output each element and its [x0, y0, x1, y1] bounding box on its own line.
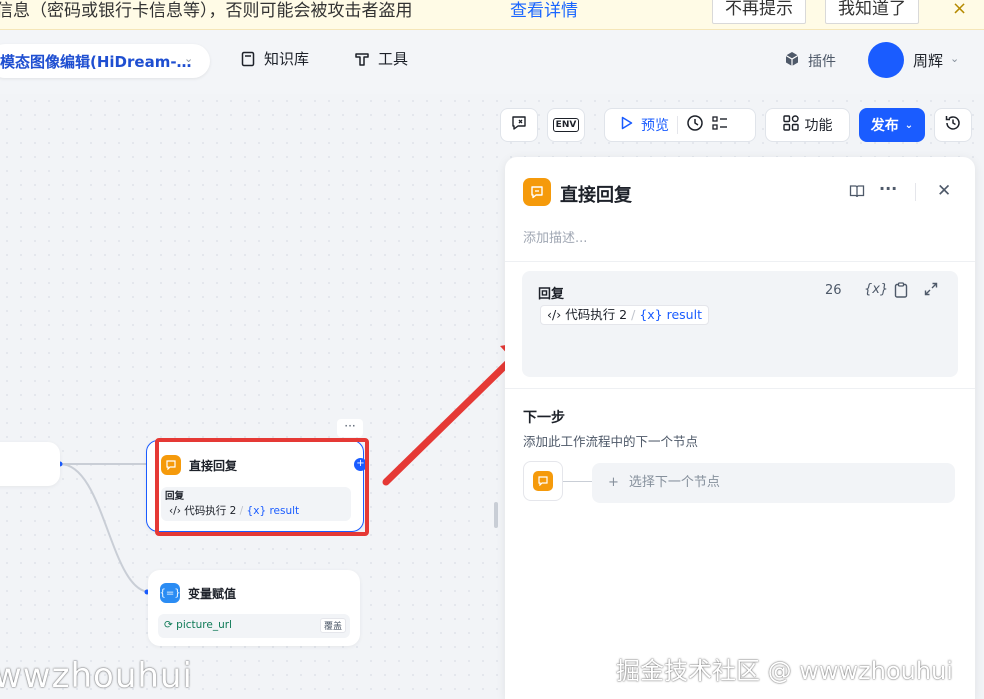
- top-bar: 模态图像编辑(HiDream-… ⌄ 知识库 工具 插件 周辉 ⌄: [0, 30, 984, 94]
- checklist-icon[interactable]: [712, 115, 728, 135]
- feature-label: 功能: [804, 118, 833, 134]
- close-icon[interactable]: ✕: [937, 181, 951, 201]
- plus-icon: +: [608, 475, 619, 490]
- current-node-thumb: [523, 461, 563, 501]
- description-input[interactable]: 添加描述...: [523, 227, 587, 246]
- chevron-down-icon: ⌄: [184, 52, 194, 65]
- node-title: 变量赋值: [188, 587, 237, 601]
- reply-node-icon: [533, 471, 553, 491]
- security-banner: 信息（密码或银行卡信息等），否则可能会被攻击者盗用 查看详情 不再提示 我知道了…: [0, 0, 984, 30]
- connector-line: [563, 481, 592, 482]
- expand-icon[interactable]: [924, 282, 938, 300]
- assign-node-icon: {=}: [159, 583, 181, 603]
- variable-name: ⟳ picture_url: [164, 619, 232, 631]
- char-count: 26: [825, 283, 842, 298]
- select-next-node-button[interactable]: + 选择下一个节点: [592, 463, 955, 503]
- app-selector[interactable]: 模态图像编辑(HiDream-… ⌄: [0, 44, 210, 78]
- history-icon: [944, 114, 962, 136]
- divider: [505, 388, 975, 389]
- reply-editor[interactable]: 回复 26 {x} ‹/› 代码执行 2 / {x} result: [522, 271, 958, 377]
- divider: [505, 261, 975, 262]
- insert-variable-icon[interactable]: {x}: [864, 282, 888, 297]
- select-next-label: 选择下一个节点: [628, 475, 720, 490]
- history-run-icon[interactable]: [686, 114, 704, 136]
- annotation-highlight-box: [155, 438, 369, 536]
- preview-button[interactable]: 预览: [641, 115, 669, 135]
- tool-icon: [354, 51, 370, 67]
- banner-no-remind-button[interactable]: 不再提示: [712, 0, 806, 24]
- chevron-down-icon: ⌄: [904, 119, 914, 131]
- chip-var: {x} result: [639, 307, 702, 322]
- book-open-icon[interactable]: [849, 183, 865, 203]
- play-icon[interactable]: [621, 116, 633, 134]
- panel-title: 直接回复: [560, 185, 632, 206]
- avatar[interactable]: [868, 42, 904, 78]
- apps-icon: [782, 115, 799, 135]
- banner-text: 信息（密码或银行卡信息等），否则可能会被攻击者盗用: [0, 1, 413, 21]
- publish-label: 发布: [870, 118, 899, 134]
- feature-button[interactable]: 功能: [765, 108, 850, 142]
- checklist-button[interactable]: [500, 108, 538, 142]
- chip-source: 代码执行 2: [565, 307, 628, 322]
- workflow-node-code[interactable]: [0, 442, 60, 486]
- book-icon: [240, 51, 256, 67]
- watermark-right: 掘金技术社区 @ wwwzhouhui: [616, 657, 953, 685]
- node-more-button[interactable]: ···: [337, 419, 363, 437]
- plugin-button[interactable]: 插件: [784, 51, 836, 71]
- variable-icon: ⟳: [164, 619, 173, 631]
- plugin-label: 插件: [808, 54, 836, 70]
- banner-details-link[interactable]: 查看详情: [510, 0, 578, 22]
- panel-resize-handle[interactable]: [494, 502, 498, 528]
- user-name[interactable]: 周辉: [913, 50, 943, 71]
- watermark-left: wwzhouhui: [0, 656, 193, 696]
- next-step-label: 下一步: [523, 410, 565, 426]
- nav-knowledge-base[interactable]: 知识库: [240, 48, 309, 69]
- preview-group: 预览: [604, 108, 756, 142]
- env-icon: ENV: [552, 118, 580, 132]
- app-title: 模态图像编辑(HiDream-…: [0, 53, 192, 71]
- divider: [677, 116, 678, 134]
- version-history-button[interactable]: [934, 108, 972, 142]
- overwrite-badge: 覆盖: [319, 618, 346, 633]
- workflow-node-assign[interactable]: {=} 变量赋值 ⟳ picture_url 覆盖: [148, 570, 360, 646]
- env-button[interactable]: ENV: [547, 108, 585, 142]
- reply-label: 回复: [538, 287, 565, 302]
- reply-variable-chip[interactable]: ‹/› 代码执行 2 / {x} result: [540, 305, 709, 325]
- node-body: ⟳ picture_url 覆盖: [158, 614, 350, 638]
- nav-label: 知识库: [264, 50, 310, 68]
- clipboard-icon[interactable]: [894, 282, 908, 302]
- chevron-down-icon[interactable]: ⌄: [950, 52, 959, 65]
- more-icon[interactable]: ···: [879, 179, 897, 198]
- reply-node-icon: [523, 178, 551, 206]
- nav-label: 工具: [378, 50, 409, 68]
- divider: [915, 183, 916, 201]
- nav-tools[interactable]: 工具: [354, 48, 408, 69]
- publish-button[interactable]: 发布 ⌄: [859, 108, 925, 142]
- message-check-icon: [510, 114, 528, 136]
- banner-got-it-button[interactable]: 我知道了: [825, 0, 919, 24]
- cube-icon: [784, 51, 800, 71]
- node-detail-panel: 直接回复 ··· ✕ 添加描述... 回复 26 {x} ‹/› 代码执行 2 …: [505, 157, 975, 699]
- annotation-arrow: [382, 360, 505, 486]
- next-step-description: 添加此工作流程中的下一个节点: [523, 434, 699, 449]
- edge-to-assign: [59, 463, 151, 593]
- banner-close-icon[interactable]: ×: [952, 0, 967, 19]
- code-icon: ‹/›: [547, 307, 562, 322]
